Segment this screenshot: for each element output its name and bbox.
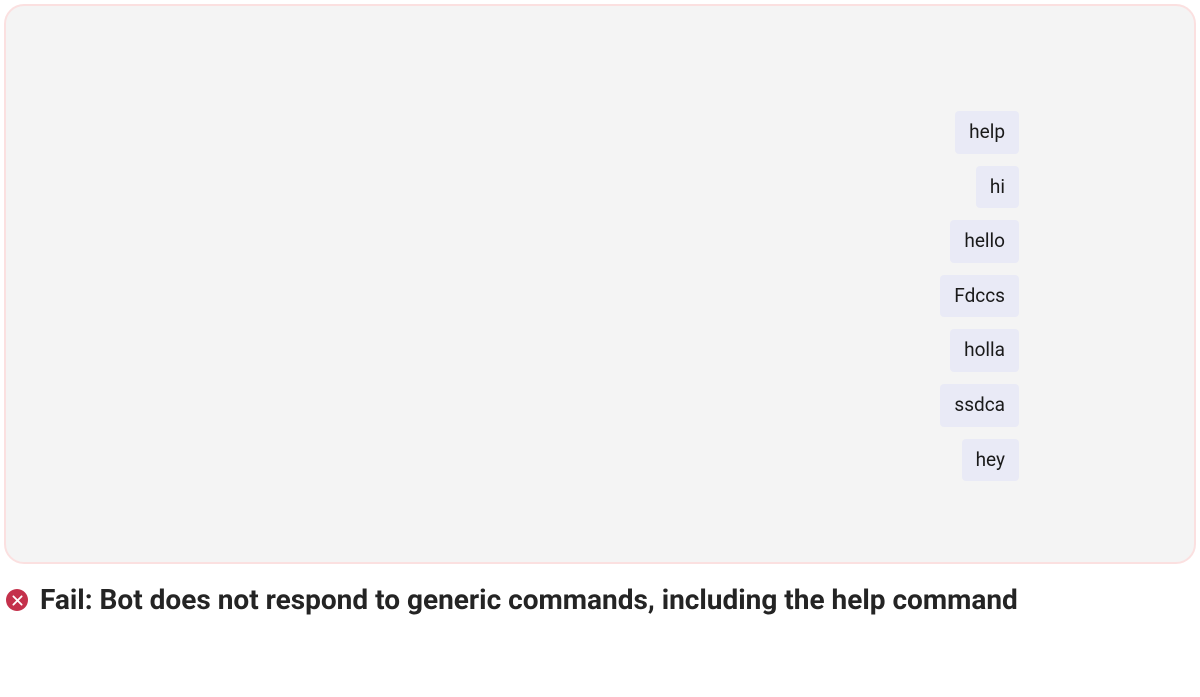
error-icon: [6, 589, 28, 611]
chat-message[interactable]: Fdccs: [940, 275, 1019, 318]
chat-container: help hi hello Fdccs holla ssdca hey: [4, 4, 1196, 564]
result-row: Fail: Bot does not respond to generic co…: [0, 564, 1200, 618]
chat-message[interactable]: hello: [950, 220, 1019, 263]
messages-area: help hi hello Fdccs holla ssdca hey: [940, 111, 1019, 481]
chat-message[interactable]: holla: [950, 329, 1019, 372]
chat-message[interactable]: hey: [962, 439, 1019, 482]
result-message: Fail: Bot does not respond to generic co…: [40, 582, 1018, 618]
chat-message[interactable]: hi: [976, 166, 1019, 209]
chat-message[interactable]: ssdca: [940, 384, 1019, 427]
chat-message[interactable]: help: [955, 111, 1019, 154]
